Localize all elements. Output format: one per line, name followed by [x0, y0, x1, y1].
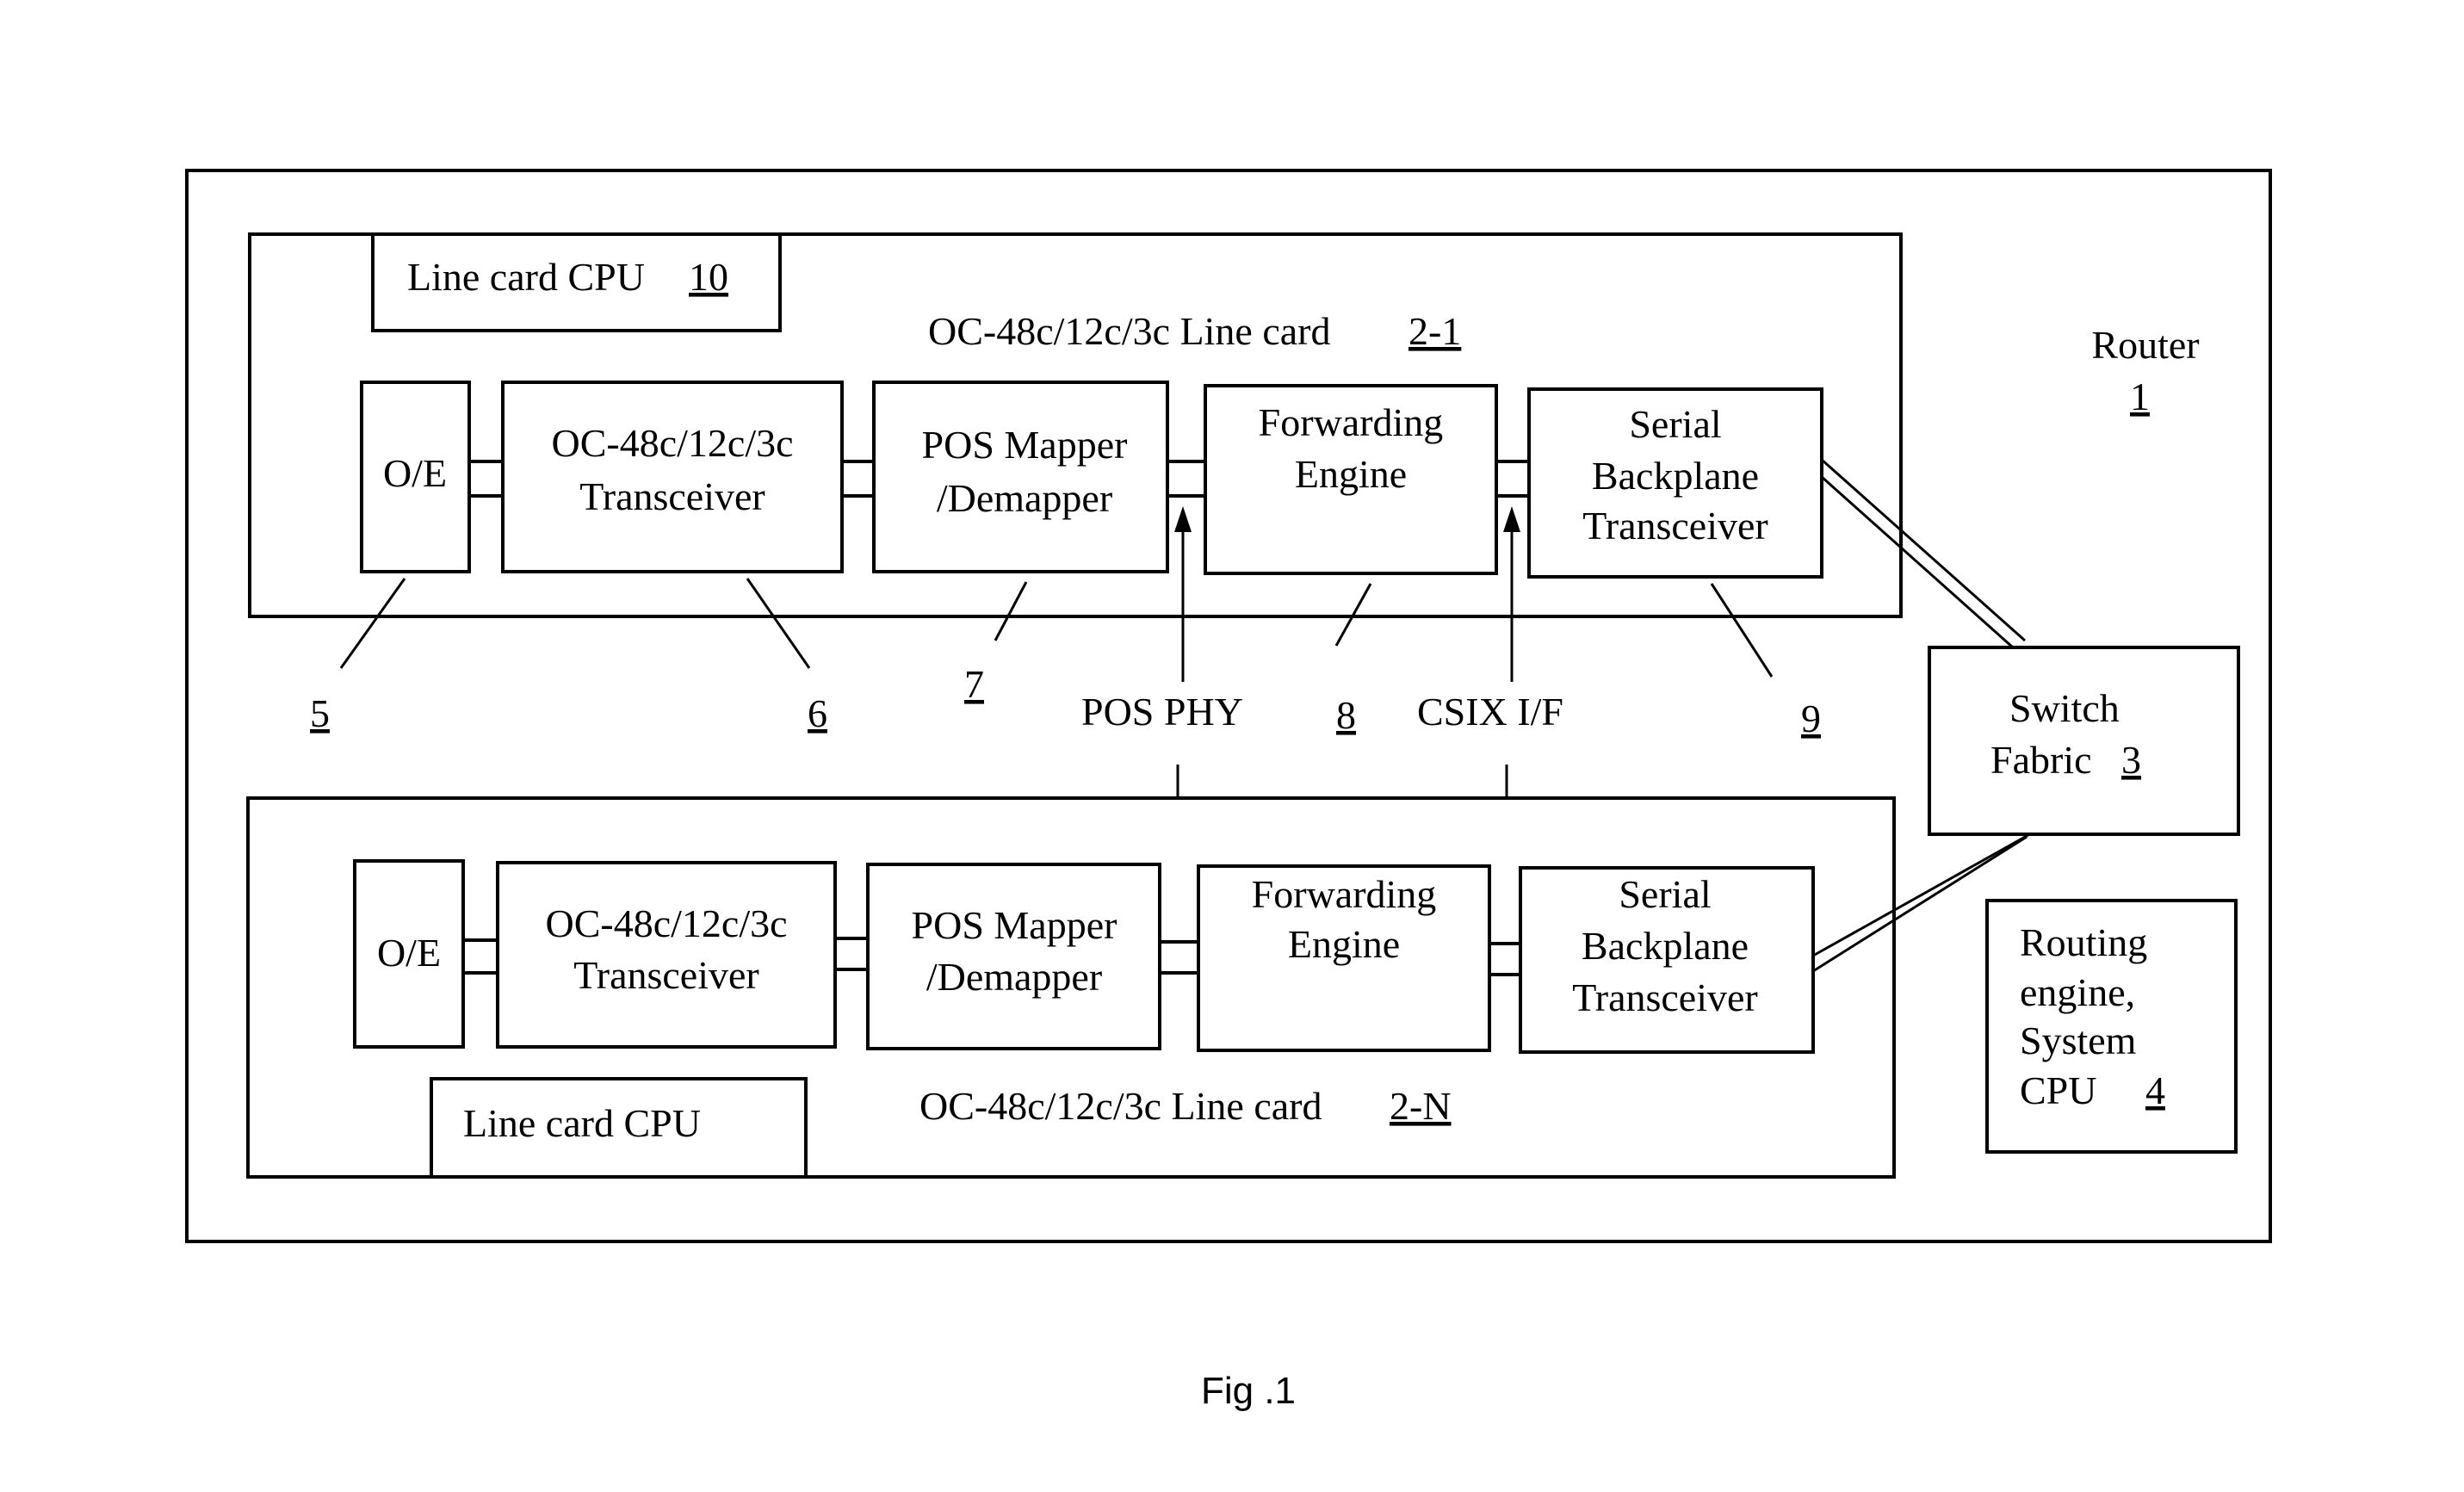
line-card-2-1-title: OC-48c/12c/3c Line card	[928, 309, 1330, 353]
forwarding-engine-label-line1: Forwarding	[1259, 400, 1444, 444]
line-card-2-1: Line card CPU 10 OC-48c/12c/3c Line card…	[248, 232, 1903, 618]
line-card-cpu-10-ref: 10	[689, 255, 728, 299]
sbt-label-line3-n: Transceiver	[1572, 975, 1757, 1019]
routing-engine-line1: Routing	[2020, 920, 2147, 964]
transceiver-label-line2: Transceiver	[579, 474, 765, 518]
sbt-label-line2: Backplane	[1592, 454, 1759, 498]
router-block-diagram: Line card CPU 10 OC-48c/12c/3c Line card…	[185, 169, 2272, 1412]
line-card-2-n-ref: 2-N	[1390, 1084, 1452, 1128]
pos-mapper-label-line2: /Demapper	[937, 476, 1112, 520]
figure-caption: Fig .1	[1201, 1370, 1296, 1412]
transceiver-label-line1-n: OC-48c/12c/3c	[545, 901, 787, 945]
sbt-label-line1: Serial	[1629, 402, 1721, 446]
sbt-label-line3: Transceiver	[1582, 504, 1768, 548]
routing-engine-line3: System	[2020, 1018, 2137, 1062]
oe-label-n: O/E	[377, 931, 441, 975]
transceiver-label-line2-n: Transceiver	[573, 953, 758, 997]
line-card-2-n-title: OC-48c/12c/3c Line card	[919, 1084, 1322, 1128]
line-card-2-n: O/E OC-48c/12c/3c Transceiver POS Mapper…	[246, 796, 1896, 1179]
routing-engine-line4: CPU	[2020, 1068, 2096, 1112]
line-card-cpu-n-label: Line card CPU	[463, 1101, 701, 1145]
callout-9: 9	[1801, 696, 1821, 740]
pos-mapper-label-line1-n: POS Mapper	[912, 903, 1117, 947]
pos-phy-label: POS PHY	[1081, 690, 1243, 734]
forwarding-engine-label-line1-n: Forwarding	[1252, 872, 1437, 916]
csix-if-label: CSIX I/F	[1417, 690, 1563, 734]
sbt-label-line1-n: Serial	[1619, 872, 1711, 916]
forwarding-engine-label-line2-n: Engine	[1288, 922, 1400, 966]
callout-6: 6	[808, 691, 827, 735]
transceiver-label-line1: OC-48c/12c/3c	[551, 421, 793, 465]
router-label: Router	[2091, 323, 2199, 367]
routing-engine-line2: engine,	[2020, 970, 2135, 1014]
pos-mapper-label-line2-n: /Demapper	[926, 955, 1102, 999]
pos-mapper-label-line1: POS Mapper	[922, 423, 1128, 467]
routing-engine-ref: 4	[2145, 1068, 2165, 1112]
switch-fabric-label-line2: Fabric	[1990, 738, 2092, 782]
sbt-label-line2-n: Backplane	[1582, 924, 1749, 968]
line-card-2-1-ref: 2-1	[1408, 309, 1461, 353]
switch-fabric-ref: 3	[2121, 738, 2141, 782]
oe-label: O/E	[383, 451, 447, 495]
callout-7: 7	[964, 662, 984, 706]
callout-5: 5	[310, 691, 330, 735]
switch-fabric-label-line1: Switch	[2009, 686, 2120, 730]
line-card-cpu-10-label: Line card CPU	[407, 255, 645, 299]
forwarding-engine-label-line2: Engine	[1295, 452, 1407, 496]
router-ref: 1	[2130, 375, 2150, 418]
callout-8: 8	[1336, 693, 1356, 737]
